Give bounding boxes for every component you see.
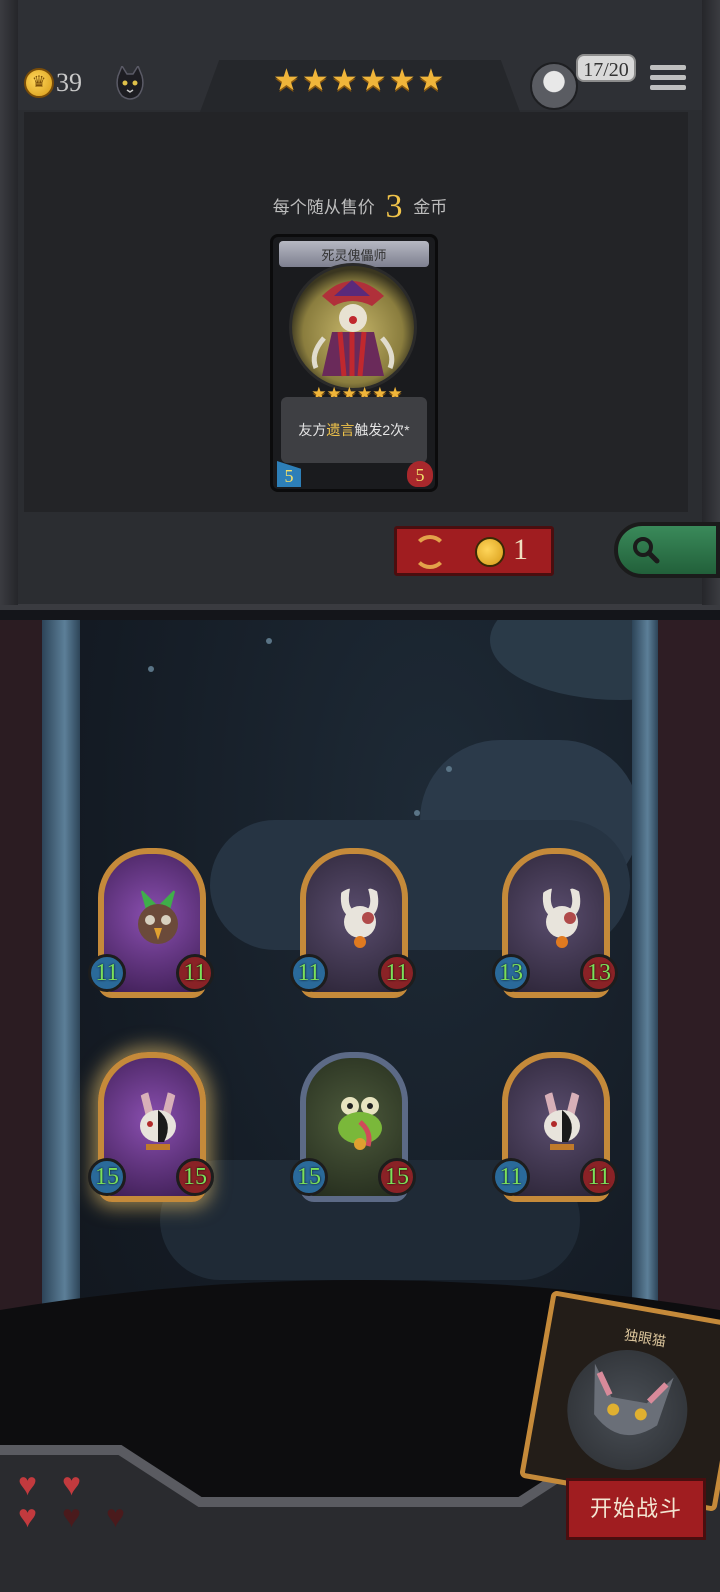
minion-attack: 11 — [88, 954, 126, 992]
tavern-tier-stars: ★★★★★★ — [272, 66, 452, 100]
masked-rabbit-icon — [140, 1092, 176, 1150]
hand-card-portrait — [557, 1340, 697, 1480]
board-minion[interactable]: 13 13 — [492, 848, 618, 1008]
sell-price-suffix: 金币 — [413, 198, 448, 217]
pillar-right — [632, 620, 658, 1320]
star-icon: ★ — [359, 64, 387, 97]
refresh-shop-button[interactable]: 1 — [394, 526, 554, 576]
turn-counter: 17/20 — [576, 54, 636, 82]
star-decoration — [148, 666, 154, 672]
minion-attack: 15 — [88, 1158, 126, 1196]
star-icon: ★ — [417, 64, 445, 97]
minion-attack: 13 — [492, 954, 530, 992]
minion-health: 13 — [580, 954, 618, 992]
masked-rabbit-icon — [544, 1092, 580, 1150]
player-avatar[interactable] — [530, 62, 578, 110]
minion-attack: 11 — [290, 954, 328, 992]
sphynx-cat-icon — [594, 1363, 674, 1436]
heart-icon: ♥ — [18, 1498, 37, 1534]
card-attack: 5 — [277, 461, 301, 487]
minion-health: 15 — [378, 1158, 416, 1196]
card-name: 死灵傀儡师 — [321, 248, 387, 263]
card-health: 5 — [407, 461, 433, 487]
puppet-master-portrait — [289, 263, 417, 391]
lives-display: ♥ ♥ ♥ ♥ ♥ — [18, 1468, 148, 1538]
board-minion[interactable]: 15 15 — [290, 1052, 416, 1212]
heart-icon: ♥ — [18, 1466, 37, 1502]
cat-pet-icon[interactable] — [114, 66, 146, 102]
board-minion[interactable]: 11 11 — [290, 848, 416, 1008]
pillar-left — [42, 620, 80, 1320]
jester-puppet-icon — [311, 280, 395, 377]
gold-coin-icon: ♛ — [24, 68, 54, 98]
search-icon — [633, 537, 660, 564]
minion-attack: 15 — [290, 1158, 328, 1196]
heart-icon: ♥ — [62, 1466, 81, 1502]
frog-icon — [338, 1097, 382, 1150]
shop-minion-card[interactable]: 死灵傀儡师 ★★★★★★ 友方遗言触发2次* 5 5 — [270, 234, 438, 492]
board-minion-selected[interactable]: 15 15 — [88, 1052, 214, 1212]
minion-health: 11 — [176, 954, 214, 992]
sell-price-label: 每个随从售价 3 金币 — [0, 188, 720, 226]
star-icon: ★ — [388, 64, 416, 97]
minion-health: 11 — [378, 954, 416, 992]
voodoo-rabbit-icon — [340, 888, 379, 948]
menu-icon[interactable] — [650, 60, 686, 94]
minion-attack: 11 — [492, 1158, 530, 1196]
start-battle-button[interactable]: 开始战斗 — [566, 1478, 706, 1540]
search-button[interactable] — [614, 522, 720, 578]
sell-price-value: 3 — [385, 188, 403, 225]
refresh-icon — [413, 535, 447, 569]
ability-text-after: 触发2次* — [354, 422, 410, 438]
gold-coin-icon — [475, 537, 505, 567]
shop-frame-right — [702, 0, 720, 605]
star-decoration — [414, 810, 420, 816]
card-ability-text: 友方遗言触发2次* — [281, 397, 427, 463]
board-minion[interactable]: 11 11 — [88, 848, 214, 1008]
sell-price-prefix: 每个随从售价 — [272, 198, 375, 217]
refresh-cost: 1 — [513, 533, 528, 566]
star-icon: ★ — [330, 64, 358, 97]
gold-amount: 39 — [56, 68, 82, 97]
star-icon: ★ — [273, 64, 300, 97]
minion-health: 11 — [580, 1158, 618, 1196]
shop-frame-left — [0, 0, 18, 605]
heart-empty-icon: ♥ — [106, 1498, 125, 1534]
shaman-bird-icon — [138, 888, 178, 944]
shop-panel: ★★★★★★ ♛ 39 17/20 每个随从售价 3 金币 死灵傀儡师 ★★★★… — [0, 0, 720, 610]
star-decoration — [446, 766, 452, 772]
ability-keyword: 遗言 — [326, 422, 355, 438]
voodoo-rabbit-icon — [542, 888, 581, 948]
board-minion[interactable]: 11 11 — [492, 1052, 618, 1212]
star-decoration — [266, 638, 272, 644]
ability-text-before: 友方 — [298, 422, 327, 438]
minion-health: 15 — [176, 1158, 214, 1196]
star-icon: ★ — [301, 64, 329, 97]
heart-empty-icon: ♥ — [62, 1498, 81, 1534]
